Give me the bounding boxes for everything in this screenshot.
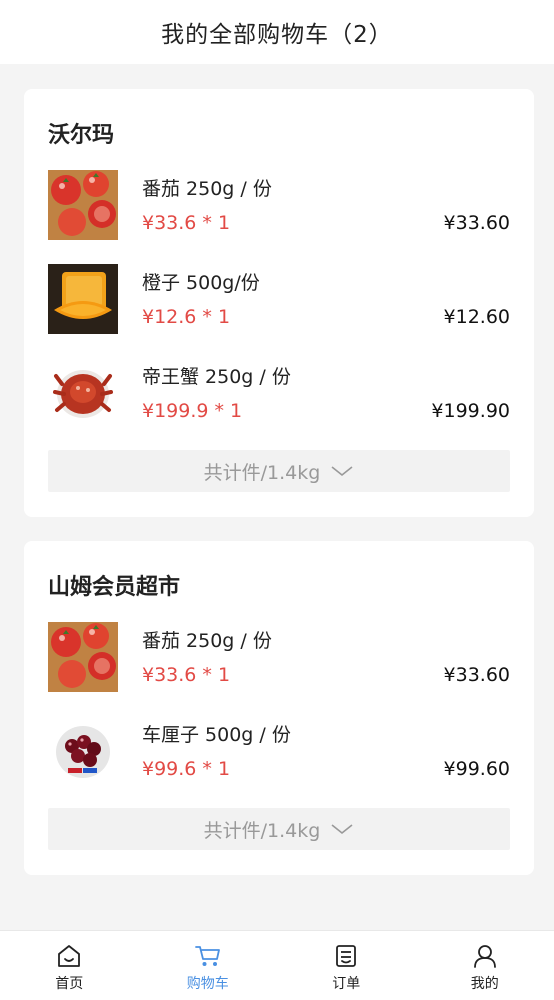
cart-icon — [194, 943, 222, 969]
item-unit-price: ¥99.6 * 1 — [142, 758, 231, 780]
tab-profile[interactable]: 我的 — [416, 931, 554, 1000]
summary-text: 共计件/1.4kg — [203, 819, 321, 842]
cart-item[interactable]: 橙子 500g/份 ¥12.6 * 1 ¥12.60 — [48, 264, 510, 334]
item-name: 帝王蟹 250g / 份 — [142, 366, 291, 388]
product-image-cherry — [48, 716, 118, 786]
cart-item[interactable]: 车厘子 500g / 份 ¥99.6 * 1 ¥99.60 — [48, 716, 510, 786]
store-summary-toggle[interactable]: 共计件/1.4kg — [48, 808, 510, 850]
home-icon — [56, 943, 82, 969]
item-unit-price: ¥199.9 * 1 — [142, 400, 243, 422]
page-title: 我的全部购物车（2） — [161, 22, 393, 48]
tab-label: 购物车 — [186, 976, 229, 992]
cart-item[interactable]: 帝王蟹 250g / 份 ¥199.9 * 1 ¥199.90 — [48, 358, 510, 428]
tab-label: 订单 — [332, 976, 361, 992]
chevron-down-icon — [330, 464, 354, 478]
store-name: 沃尔玛 — [48, 123, 115, 148]
item-name: 橙子 500g/份 — [142, 272, 260, 294]
tab-home[interactable]: 首页 — [0, 931, 139, 1000]
product-image-crab — [48, 358, 118, 428]
store-summary-toggle[interactable]: 共计件/1.4kg — [48, 450, 510, 492]
tab-orders[interactable]: 订单 — [277, 931, 416, 1000]
item-total-price: ¥33.60 — [443, 664, 510, 686]
page-header: 我的全部购物车（2） — [0, 0, 554, 64]
user-icon — [472, 943, 498, 969]
item-unit-price: ¥33.6 * 1 — [142, 664, 231, 686]
cart-item[interactable]: 番茄 250g / 份 ¥33.6 * 1 ¥33.60 — [48, 622, 510, 692]
item-total-price: ¥199.90 — [431, 400, 510, 422]
cart-item[interactable]: 番茄 250g / 份 ¥33.6 * 1 ¥33.60 — [48, 170, 510, 240]
product-image-orange — [48, 264, 118, 334]
store-name: 山姆会员超市 — [48, 575, 181, 600]
store-card-walmart: 沃尔玛 番茄 250g / 份 ¥33.6 * 1 ¥33.60 橙子 500g… — [24, 89, 534, 517]
summary-text: 共计件/1.4kg — [203, 461, 321, 484]
tab-label: 首页 — [55, 976, 84, 992]
item-unit-price: ¥33.6 * 1 — [142, 212, 231, 234]
item-unit-price: ¥12.6 * 1 — [142, 306, 231, 328]
item-total-price: ¥33.60 — [443, 212, 510, 234]
item-name: 番茄 250g / 份 — [142, 630, 272, 652]
tab-cart[interactable]: 购物车 — [139, 931, 278, 1000]
bottom-tab-bar: 首页 购物车 订单 我的 — [0, 930, 554, 1000]
tab-label: 我的 — [470, 976, 499, 992]
product-image-tomato — [48, 170, 118, 240]
order-icon — [333, 943, 359, 969]
item-name: 车厘子 500g / 份 — [142, 724, 291, 746]
item-total-price: ¥99.60 — [443, 758, 510, 780]
item-total-price: ¥12.60 — [443, 306, 510, 328]
item-name: 番茄 250g / 份 — [142, 178, 272, 200]
chevron-down-icon — [330, 822, 354, 836]
product-image-tomato — [48, 622, 118, 692]
store-card-sams: 山姆会员超市 番茄 250g / 份 ¥33.6 * 1 ¥33.60 车厘子 … — [24, 541, 534, 875]
